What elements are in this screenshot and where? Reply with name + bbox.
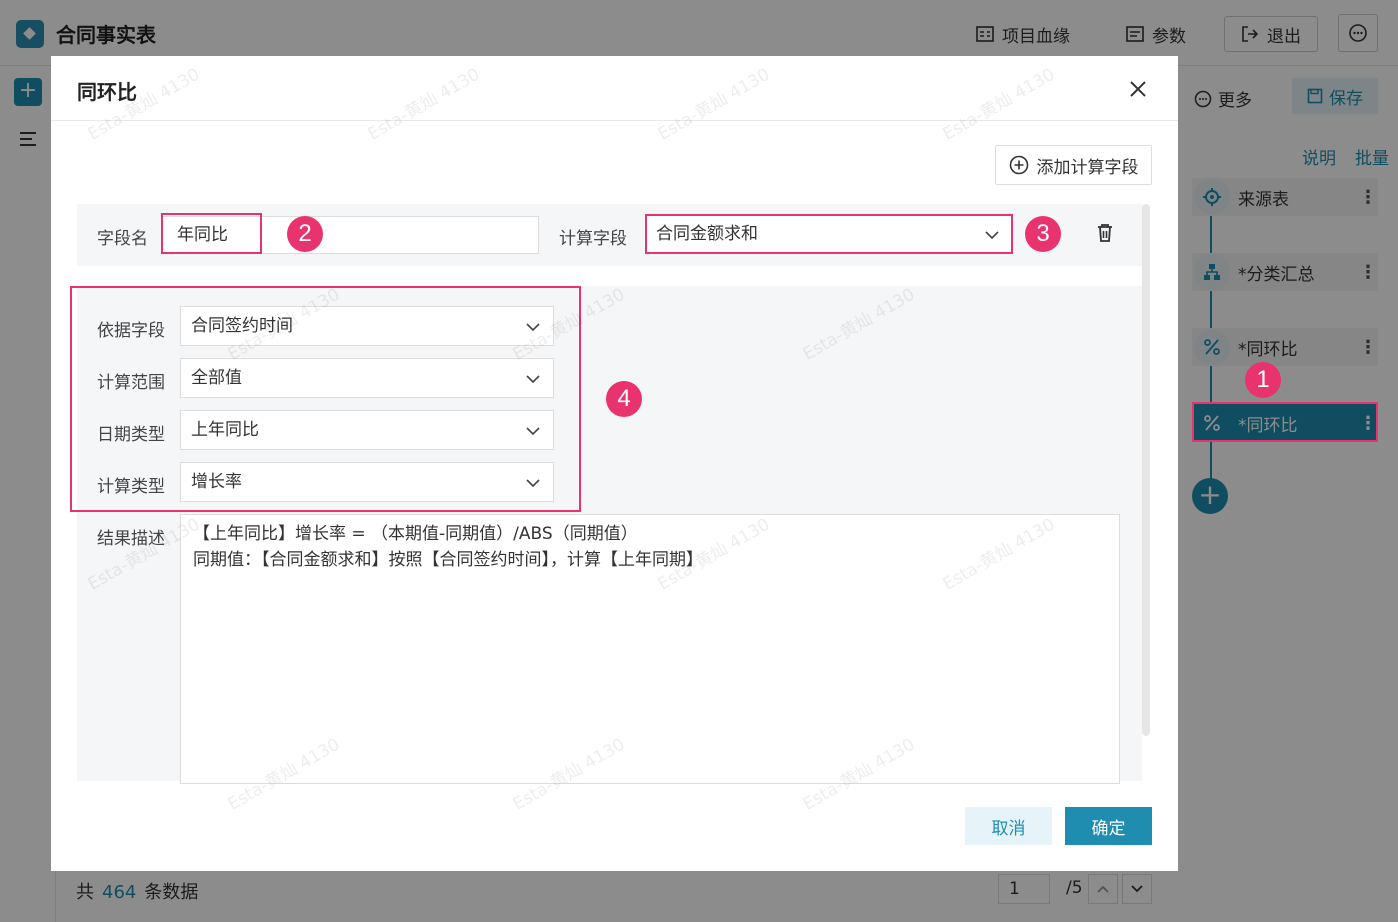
result-desc-line: 同期值：【合同金额求和】按照【合同签约时间】，计算【上年同期】: [193, 550, 703, 570]
highlight-box-config: [70, 286, 581, 512]
yoy-dialog: 同环比 添加计算字段 字段名 年同比 计算字段 合同金额求和 2 3 依据字段 …: [51, 56, 1178, 871]
cancel-button[interactable]: 取消: [965, 807, 1052, 845]
result-desc-label: 结果描述: [97, 529, 165, 549]
highlight-box-node: [1192, 402, 1378, 442]
dialog-divider: [51, 120, 1178, 121]
result-desc-textarea[interactable]: 【上年同比】增长率 = （本期值-同期值）/ABS（同期值） 同期值：【合同金额…: [180, 514, 1120, 784]
annotation-badge-3: 3: [1025, 216, 1061, 252]
highlight-box-calc-field: [645, 214, 1013, 254]
highlight-box-field-name: [161, 213, 262, 254]
close-icon[interactable]: [1127, 78, 1149, 100]
trash-icon[interactable]: [1096, 223, 1114, 243]
ok-button[interactable]: 确定: [1065, 807, 1152, 845]
field-name-label: 字段名: [97, 229, 148, 249]
result-desc-line: 【上年同比】增长率 = （本期值-同期值）/ABS（同期值）: [193, 524, 638, 544]
dialog-title: 同环比: [77, 80, 137, 104]
add-calc-field-label: 添加计算字段: [1036, 157, 1139, 178]
calc-field-label: 计算字段: [559, 229, 627, 249]
annotation-badge-4: 4: [606, 381, 642, 417]
dialog-scrollbar[interactable]: [1142, 204, 1150, 736]
plus-circle-icon: [1009, 155, 1028, 175]
add-calc-field-button[interactable]: 添加计算字段: [995, 145, 1152, 185]
annotation-badge-1: 1: [1245, 362, 1281, 398]
annotation-badge-2: 2: [287, 216, 323, 252]
